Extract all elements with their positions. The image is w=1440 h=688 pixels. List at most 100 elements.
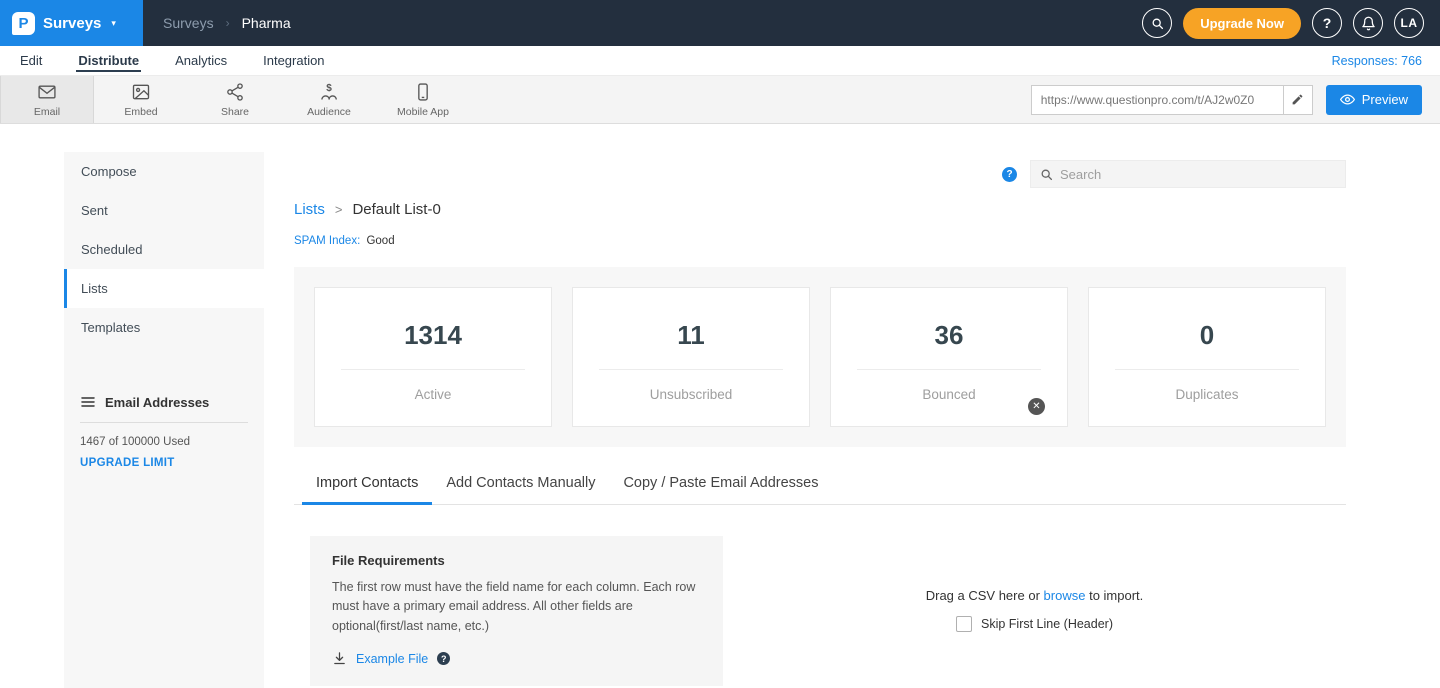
- help-icon[interactable]: ?: [1002, 167, 1017, 182]
- share-icon: [225, 82, 245, 102]
- stat-card-bounced[interactable]: 36 Bounced ✕: [830, 287, 1068, 427]
- sidebar-item-lists[interactable]: Lists: [64, 269, 264, 308]
- sidebar-item-compose[interactable]: Compose: [64, 152, 264, 191]
- example-file-help-icon[interactable]: ?: [437, 652, 450, 665]
- toolbar-item-label: Audience: [307, 106, 351, 118]
- survey-url-input[interactable]: [1031, 85, 1283, 115]
- breadcrumb-surveys[interactable]: Surveys: [163, 15, 214, 31]
- stat-value: 11: [677, 320, 705, 351]
- toolbar-item-label: Mobile App: [397, 106, 449, 118]
- file-requirements-panel: File Requirements The first row must hav…: [310, 536, 723, 686]
- example-file-row: Example File ?: [332, 651, 701, 666]
- skip-first-line-row: Skip First Line (Header): [956, 616, 1113, 632]
- breadcrumb-separator: ›: [226, 16, 230, 30]
- toolbar-item-mobile-app[interactable]: Mobile App: [376, 76, 470, 123]
- user-avatar[interactable]: LA: [1394, 8, 1424, 38]
- search-input[interactable]: [1060, 167, 1336, 182]
- divider: [341, 369, 525, 370]
- preview-label: Preview: [1362, 92, 1408, 107]
- tab-analytics[interactable]: Analytics: [173, 46, 229, 75]
- stat-value: 36: [935, 320, 964, 351]
- csv-drop-area[interactable]: Drag a CSV here or browse to import. Ski…: [723, 536, 1346, 632]
- breadcrumb-lists-link[interactable]: Lists: [294, 201, 325, 218]
- toolbar-item-label: Embed: [124, 106, 157, 118]
- embed-icon: [131, 82, 151, 102]
- import-contacts-section: File Requirements The first row must hav…: [294, 536, 1346, 686]
- drag-csv-text: Drag a CSV here or browse to import.: [926, 588, 1144, 603]
- address-usage-text: 1467 of 100000 Used: [80, 436, 248, 448]
- upgrade-limit-link[interactable]: UPGRADE LIMIT: [80, 457, 175, 469]
- email-addresses-label: Email Addresses: [105, 395, 209, 410]
- toolbar-item-share[interactable]: Share: [188, 76, 282, 123]
- breadcrumb-survey-name: Pharma: [242, 15, 291, 31]
- contacts-tabs: Import Contacts Add Contacts Manually Co…: [294, 475, 1346, 505]
- content-area: Compose Sent Scheduled Lists Templates E…: [0, 124, 1440, 688]
- mobile-app-icon: [413, 82, 433, 102]
- stat-label: Duplicates: [1175, 387, 1238, 402]
- questionpro-logo-icon: P: [12, 12, 35, 35]
- skip-first-line-checkbox[interactable]: [956, 616, 972, 632]
- breadcrumb-separator: >: [335, 202, 343, 217]
- example-file-link[interactable]: Example File: [356, 652, 428, 666]
- drag-text-prefix: Drag a CSV here or: [926, 588, 1040, 603]
- search-row: ?: [264, 152, 1376, 188]
- stat-label: Unsubscribed: [650, 387, 733, 402]
- spam-index-value: Good: [366, 235, 394, 247]
- email-sidebar: Compose Sent Scheduled Lists Templates E…: [64, 152, 264, 688]
- sidebar-item-scheduled[interactable]: Scheduled: [64, 230, 264, 269]
- tab-copy-paste-emails[interactable]: Copy / Paste Email Addresses: [609, 475, 832, 504]
- tab-import-contacts[interactable]: Import Contacts: [302, 475, 432, 504]
- tab-distribute[interactable]: Distribute: [76, 46, 141, 75]
- product-name: Surveys: [43, 15, 101, 32]
- stat-label: Active: [415, 387, 452, 402]
- tab-integration[interactable]: Integration: [261, 46, 326, 75]
- stat-value: 0: [1200, 320, 1214, 351]
- spam-index-row: SPAM Index: Good: [294, 235, 1346, 247]
- stat-value: 1314: [404, 320, 462, 351]
- drag-text-suffix: to import.: [1089, 588, 1143, 603]
- divider: [857, 369, 1041, 370]
- notifications-bell-icon[interactable]: [1353, 8, 1383, 38]
- toolbar-item-label: Email: [34, 106, 60, 118]
- list-icon: [80, 394, 96, 410]
- breadcrumb: Surveys › Pharma: [163, 15, 291, 31]
- stat-label: Bounced: [922, 387, 975, 402]
- toolbar-item-label: Share: [221, 106, 249, 118]
- breadcrumb-current-list: Default List-0: [352, 201, 440, 218]
- list-stats-panel: 1314 Active 11 Unsubscribed 36 Bounced ✕…: [294, 267, 1346, 447]
- browse-link[interactable]: browse: [1044, 588, 1086, 603]
- preview-button[interactable]: Preview: [1326, 85, 1422, 115]
- toolbar-right: Preview: [1031, 76, 1440, 123]
- search-icon: [1040, 168, 1053, 181]
- help-icon[interactable]: ?: [1312, 8, 1342, 38]
- bounced-clear-icon[interactable]: ✕: [1028, 398, 1045, 415]
- upgrade-now-button[interactable]: Upgrade Now: [1183, 8, 1301, 39]
- download-icon: [332, 651, 347, 666]
- tab-edit[interactable]: Edit: [18, 46, 44, 75]
- email-icon: [37, 82, 57, 102]
- product-switcher[interactable]: P Surveys ▾: [0, 0, 143, 46]
- email-addresses-header: Email Addresses: [80, 394, 248, 423]
- search-icon[interactable]: [1142, 8, 1172, 38]
- tab-add-contacts-manually[interactable]: Add Contacts Manually: [432, 475, 609, 504]
- eye-icon: [1340, 92, 1355, 107]
- file-requirements-title: File Requirements: [332, 553, 701, 568]
- spam-index-label: SPAM Index:: [294, 235, 360, 247]
- skip-first-line-label: Skip First Line (Header): [981, 617, 1113, 631]
- toolbar-item-audience[interactable]: $ Audience: [282, 76, 376, 123]
- responses-count[interactable]: Responses: 766: [1332, 46, 1422, 75]
- topbar-actions: Upgrade Now ? LA: [1142, 8, 1440, 39]
- edit-url-pencil-icon[interactable]: [1283, 85, 1313, 115]
- survey-url-group: [1031, 85, 1313, 115]
- stat-card-unsubscribed[interactable]: 11 Unsubscribed: [572, 287, 810, 427]
- file-requirements-body: The first row must have the field name f…: [332, 578, 701, 636]
- sidebar-item-sent[interactable]: Sent: [64, 191, 264, 230]
- toolbar-item-email[interactable]: Email: [0, 76, 94, 123]
- divider: [599, 369, 783, 370]
- stat-card-active[interactable]: 1314 Active: [314, 287, 552, 427]
- toolbar-item-embed[interactable]: Embed: [94, 76, 188, 123]
- email-addresses-section: Email Addresses 1467 of 100000 Used UPGR…: [64, 394, 264, 469]
- stat-card-duplicates[interactable]: 0 Duplicates: [1088, 287, 1326, 427]
- chevron-down-icon: ▾: [111, 18, 116, 29]
- sidebar-item-templates[interactable]: Templates: [64, 308, 264, 347]
